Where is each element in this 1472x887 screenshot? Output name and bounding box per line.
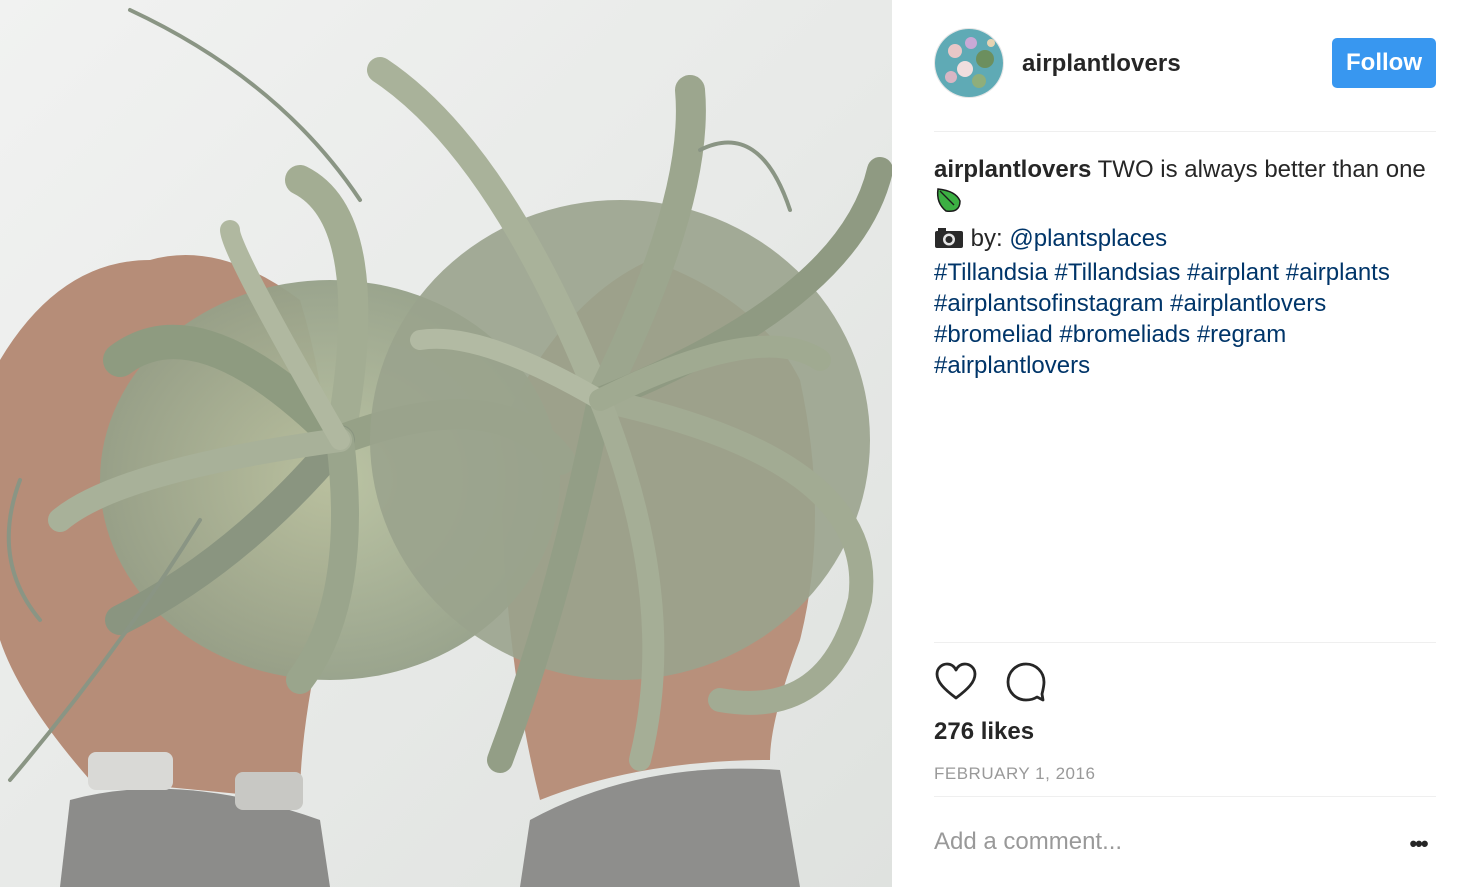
actions-divider <box>934 642 1436 643</box>
leaf-icon <box>934 185 962 223</box>
header-divider <box>934 131 1436 132</box>
post-caption: airplantlovers TWO is always better than… <box>934 154 1436 381</box>
air-plants-image <box>0 0 892 887</box>
comment-button[interactable] <box>1004 660 1048 704</box>
more-options-icon[interactable]: ••• <box>1400 831 1436 856</box>
hashtag-link[interactable]: #airplant <box>1187 259 1279 286</box>
avatar[interactable] <box>934 28 1004 98</box>
action-bar <box>934 660 1134 704</box>
mention-link[interactable]: @plantsplaces <box>1009 225 1167 252</box>
username[interactable]: airplantlovers <box>1022 50 1181 78</box>
caption-by-text: by: <box>964 225 1010 252</box>
hashtag-link[interactable]: #regram <box>1197 321 1286 348</box>
post-date: FEBRUARY 1, 2016 <box>934 764 1096 783</box>
follow-button[interactable]: Follow <box>1332 38 1436 88</box>
hashtag-link[interactable]: #airplants <box>1286 259 1390 286</box>
hashtag-link[interactable]: #bromeliads <box>1059 321 1190 348</box>
heart-icon <box>935 662 977 700</box>
hashtag-link[interactable]: #airplantlovers <box>1170 290 1326 317</box>
caption-username[interactable]: airplantlovers <box>934 156 1091 183</box>
caption-text: TWO is always better than one <box>1091 156 1426 183</box>
hashtag-link[interactable]: #Tillandsias <box>1055 259 1181 286</box>
comment-input[interactable]: Add a comment... <box>934 828 1374 856</box>
likes-count[interactable]: 276 likes <box>934 718 1034 746</box>
post-details-panel: airplantlovers Follow airplantlovers TWO… <box>892 0 1472 887</box>
hashtag-link[interactable]: #airplantsofinstagram <box>934 290 1163 317</box>
camera-icon <box>934 226 964 257</box>
post-photo[interactable] <box>0 0 892 887</box>
hashtag-link[interactable]: #bromeliad <box>934 321 1053 348</box>
comment-divider <box>934 796 1436 797</box>
comment-bubble-icon <box>1006 662 1046 702</box>
post-header: airplantlovers Follow <box>934 28 1436 100</box>
hashtag-link[interactable]: #Tillandsia <box>934 259 1048 286</box>
like-button[interactable] <box>934 660 978 704</box>
hashtag-link[interactable]: #airplantlovers <box>934 352 1090 379</box>
